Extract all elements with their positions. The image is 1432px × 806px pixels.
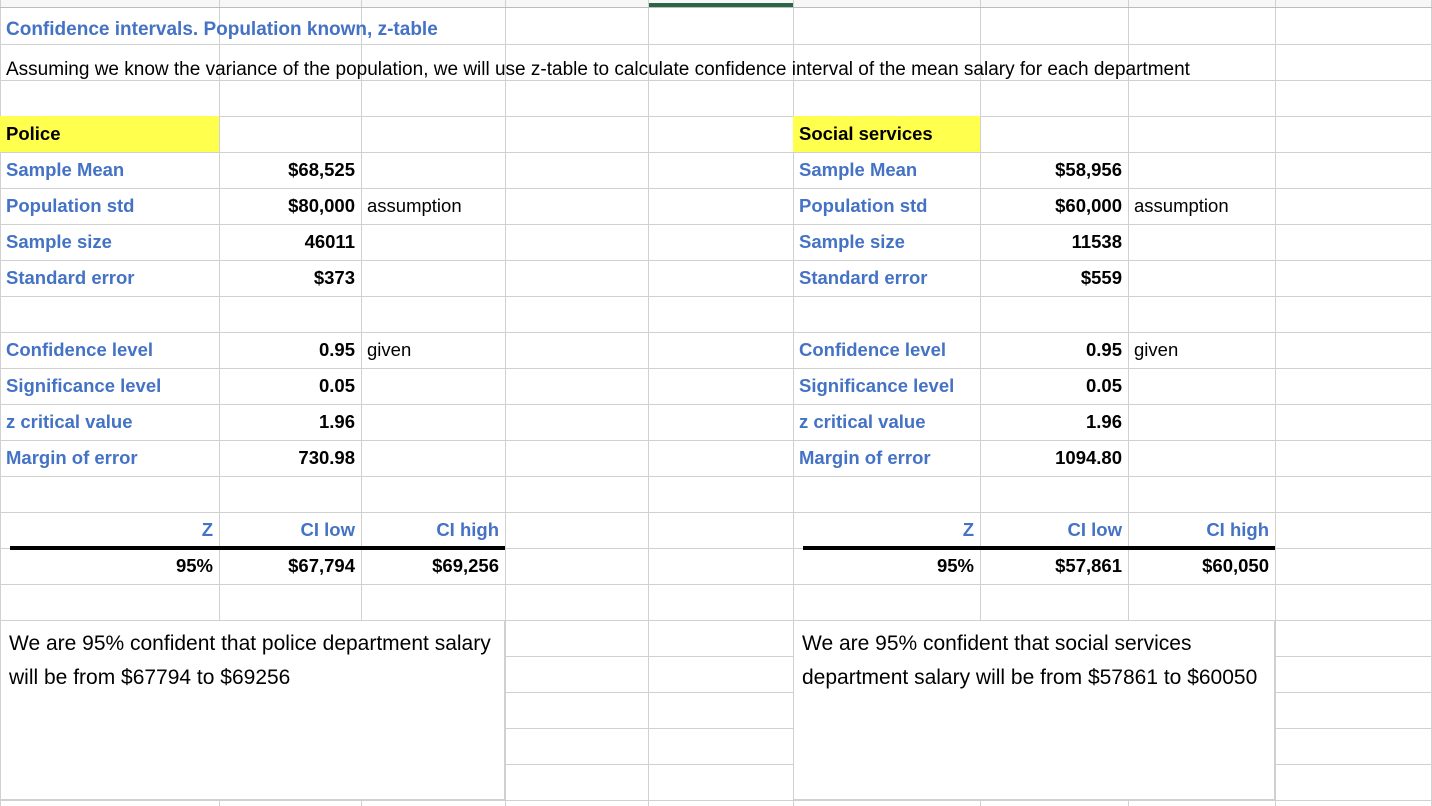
block-police-stat-note-0: given [367,338,412,360]
block-social-services-stat-note-0: given [1134,338,1179,360]
block-police-note-1: assumption [367,194,462,216]
block-police-ci-header-2: CI high [436,518,499,540]
block-police-ci-value-1: $67,794 [288,554,355,576]
block-police-value-1: $80,000 [288,194,355,216]
block-social-services-label-0: Sample Mean [799,158,918,180]
block-social-services-label-1: Population std [799,194,928,216]
block-police-stat-value-1: 0.05 [318,374,355,396]
block-social-services-stat-label-0: Confidence level [799,338,947,360]
block-police-stat-label-2: z critical value [6,410,133,432]
block-police-label-1: Population std [6,194,135,216]
block-police-stat-label-0: Confidence level [6,338,154,360]
block-social-services-ci-value-1: $57,861 [1055,554,1122,576]
block-social-services-value-2: 11538 [1071,230,1122,252]
sheet-subtitle: Assuming we know the variance of the pop… [6,58,1190,80]
block-social-services-ci-value-0: 95% [936,554,974,576]
block-social-services-header: Social services [793,116,980,152]
block-police-ci-header-1: CI low [300,518,355,540]
block-police-stat-value-2: 1.96 [318,410,355,432]
block-social-services-stat-label-1: Significance level [799,374,955,396]
block-social-services-value-3: $559 [1080,266,1122,288]
block-police-conclusion: We are 95% confident that police departm… [0,620,505,800]
block-social-services-stat-value-0: 0.95 [1085,338,1122,360]
block-social-services-ci-header-0: Z [962,518,974,540]
block-police-stat-label-1: Significance level [6,374,162,396]
block-social-services-stat-label-2: z critical value [799,410,926,432]
block-social-services-note-1: assumption [1134,194,1229,216]
block-social-services-value-0: $58,956 [1055,158,1122,180]
block-police-stat-value-0: 0.95 [318,338,355,360]
block-social-services-stat-label-3: Margin of error [799,446,931,468]
sheet-title: Confidence intervals. Population known, … [6,18,438,40]
block-social-services-value-1: $60,000 [1055,194,1122,216]
spreadsheet-canvas: Confidence intervals. Population known, … [0,0,1432,806]
block-police-header: Police [0,116,219,152]
block-social-services-label-2: Sample size [799,230,905,252]
block-police-value-2: 46011 [304,230,355,252]
block-social-services-ci-header-2: CI high [1206,518,1269,540]
block-police-ci-header-0: Z [201,518,213,540]
block-police-label-0: Sample Mean [6,158,125,180]
block-police-stat-label-3: Margin of error [6,446,138,468]
block-social-services-conclusion: We are 95% confident that social service… [793,620,1275,800]
block-social-services-stat-value-1: 0.05 [1085,374,1122,396]
block-social-services-stat-value-3: 1094.80 [1055,446,1122,468]
block-police-label-3: Standard error [6,266,135,288]
block-social-services-stat-value-2: 1.96 [1085,410,1122,432]
block-social-services-label-3: Standard error [799,266,928,288]
block-police-value-3: $373 [313,266,355,288]
block-social-services-ci-value-2: $60,050 [1202,554,1269,576]
block-police-stat-value-3: 730.98 [298,446,355,468]
block-social-services-ci-header-1: CI low [1067,518,1122,540]
block-police-ci-value-0: 95% [175,554,213,576]
block-police-ci-value-2: $69,256 [432,554,499,576]
block-police-label-2: Sample size [6,230,112,252]
block-police-value-0: $68,525 [288,158,355,180]
